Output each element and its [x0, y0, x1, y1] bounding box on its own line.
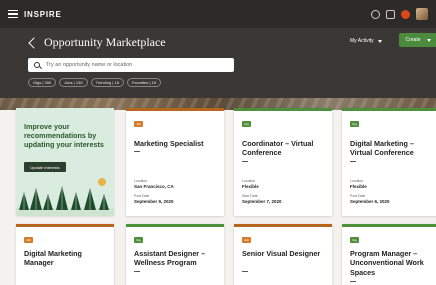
divider	[350, 161, 356, 162]
opportunity-card[interactable]: Gig Program Manager – Unconventional Wor…	[342, 224, 436, 285]
chip-trending[interactable]: Trending | 18	[90, 78, 124, 87]
search-icon[interactable]	[371, 9, 380, 19]
date-value: September 7, 2020	[242, 199, 282, 204]
date-label: Start Date	[242, 194, 258, 198]
app-screen: INSPIRE Opportunity Marketplace My Activ…	[0, 0, 436, 285]
home-icon[interactable]	[386, 9, 395, 19]
card-title: Digital Marketing – Virtual Conference	[350, 139, 414, 158]
opportunity-card[interactable]: Gig Coordinator – Virtual Conference Loc…	[234, 108, 332, 216]
gig-tag: Gig	[242, 121, 251, 127]
card-title: Marketing Specialist	[134, 139, 204, 148]
page-header: Opportunity Marketplace My Activity Crea…	[0, 28, 436, 98]
gig-tag: Gig	[350, 121, 359, 127]
page-title: Opportunity Marketplace	[44, 35, 166, 49]
card-title: Coordinator – Virtual Conference	[242, 139, 314, 158]
my-activity-button[interactable]: My Activity	[350, 38, 382, 44]
top-bar: INSPIRE	[0, 0, 436, 28]
location-label: Location	[134, 179, 148, 183]
divider	[242, 271, 248, 272]
opportunity-card[interactable]: Gig Digital Marketing – Virtual Conferen…	[342, 108, 436, 216]
app-logo[interactable]: INSPIRE	[24, 10, 62, 19]
date-value: September 6, 2020	[350, 199, 390, 204]
divider	[134, 151, 140, 152]
chip-favorites[interactable]: Favorites | 18	[126, 78, 162, 87]
opportunity-card[interactable]: Job Senior Visual Designer	[234, 224, 332, 285]
hamburger-menu-icon[interactable]	[8, 10, 18, 18]
card-title: Senior Visual Designer	[242, 249, 321, 258]
opportunity-card[interactable]: Job Digital Marketing Manager	[16, 224, 114, 285]
update-interests-button[interactable]: Update Interests	[24, 162, 66, 172]
location-value: San Francisco, CA	[134, 184, 174, 189]
divider	[134, 271, 140, 272]
search-box	[28, 58, 234, 72]
job-tag: Job	[242, 237, 251, 243]
gig-tag: Gig	[350, 237, 359, 243]
avatar[interactable]	[416, 8, 428, 20]
promo-title: Improve your recommendations by updating…	[24, 122, 104, 149]
chip-jobs[interactable]: Jobs | 145	[59, 78, 88, 87]
back-icon[interactable]	[28, 37, 40, 49]
create-button[interactable]: Create	[399, 33, 436, 47]
date-label: Post Date	[350, 194, 366, 198]
chevron-down-icon	[426, 38, 431, 42]
location-value: Flexible	[242, 184, 259, 189]
filter-chips: Gigs | 350 Jobs | 145 Trending | 18 Favo…	[28, 78, 162, 87]
divider	[242, 161, 248, 162]
search-icon	[34, 62, 40, 68]
search-input[interactable]	[46, 62, 226, 68]
opportunity-card[interactable]: Gig Assistant Designer – Wellness Progra…	[126, 224, 224, 285]
location-value: Flexible	[350, 184, 367, 189]
opportunity-grid: Improve your recommendations by updating…	[14, 100, 436, 285]
create-label: Create	[405, 37, 421, 43]
date-value: September 9, 2020	[134, 199, 174, 204]
card-title: Assistant Designer – Wellness Program	[134, 249, 206, 268]
card-title: Digital Marketing Manager	[24, 249, 82, 268]
job-tag: Job	[134, 121, 143, 127]
gig-tag: Gig	[134, 237, 143, 243]
my-activity-label: My Activity	[350, 38, 374, 44]
date-label: Post Date	[134, 194, 150, 198]
forest-illustration	[16, 178, 114, 216]
opportunity-card[interactable]: Job Marketing Specialist Location San Fr…	[126, 108, 224, 216]
location-label: Location	[242, 179, 256, 183]
notifications-icon[interactable]	[401, 9, 410, 19]
chip-gigs[interactable]: Gigs | 350	[28, 78, 57, 87]
chevron-down-icon	[377, 39, 382, 43]
divider	[350, 281, 356, 282]
job-tag: Job	[24, 237, 33, 243]
top-bar-actions	[371, 8, 428, 20]
card-title: Program Manager – Unconventional Work Sp…	[350, 249, 424, 277]
interests-promo-card: Improve your recommendations by updating…	[16, 108, 114, 216]
location-label: Location	[350, 179, 364, 183]
